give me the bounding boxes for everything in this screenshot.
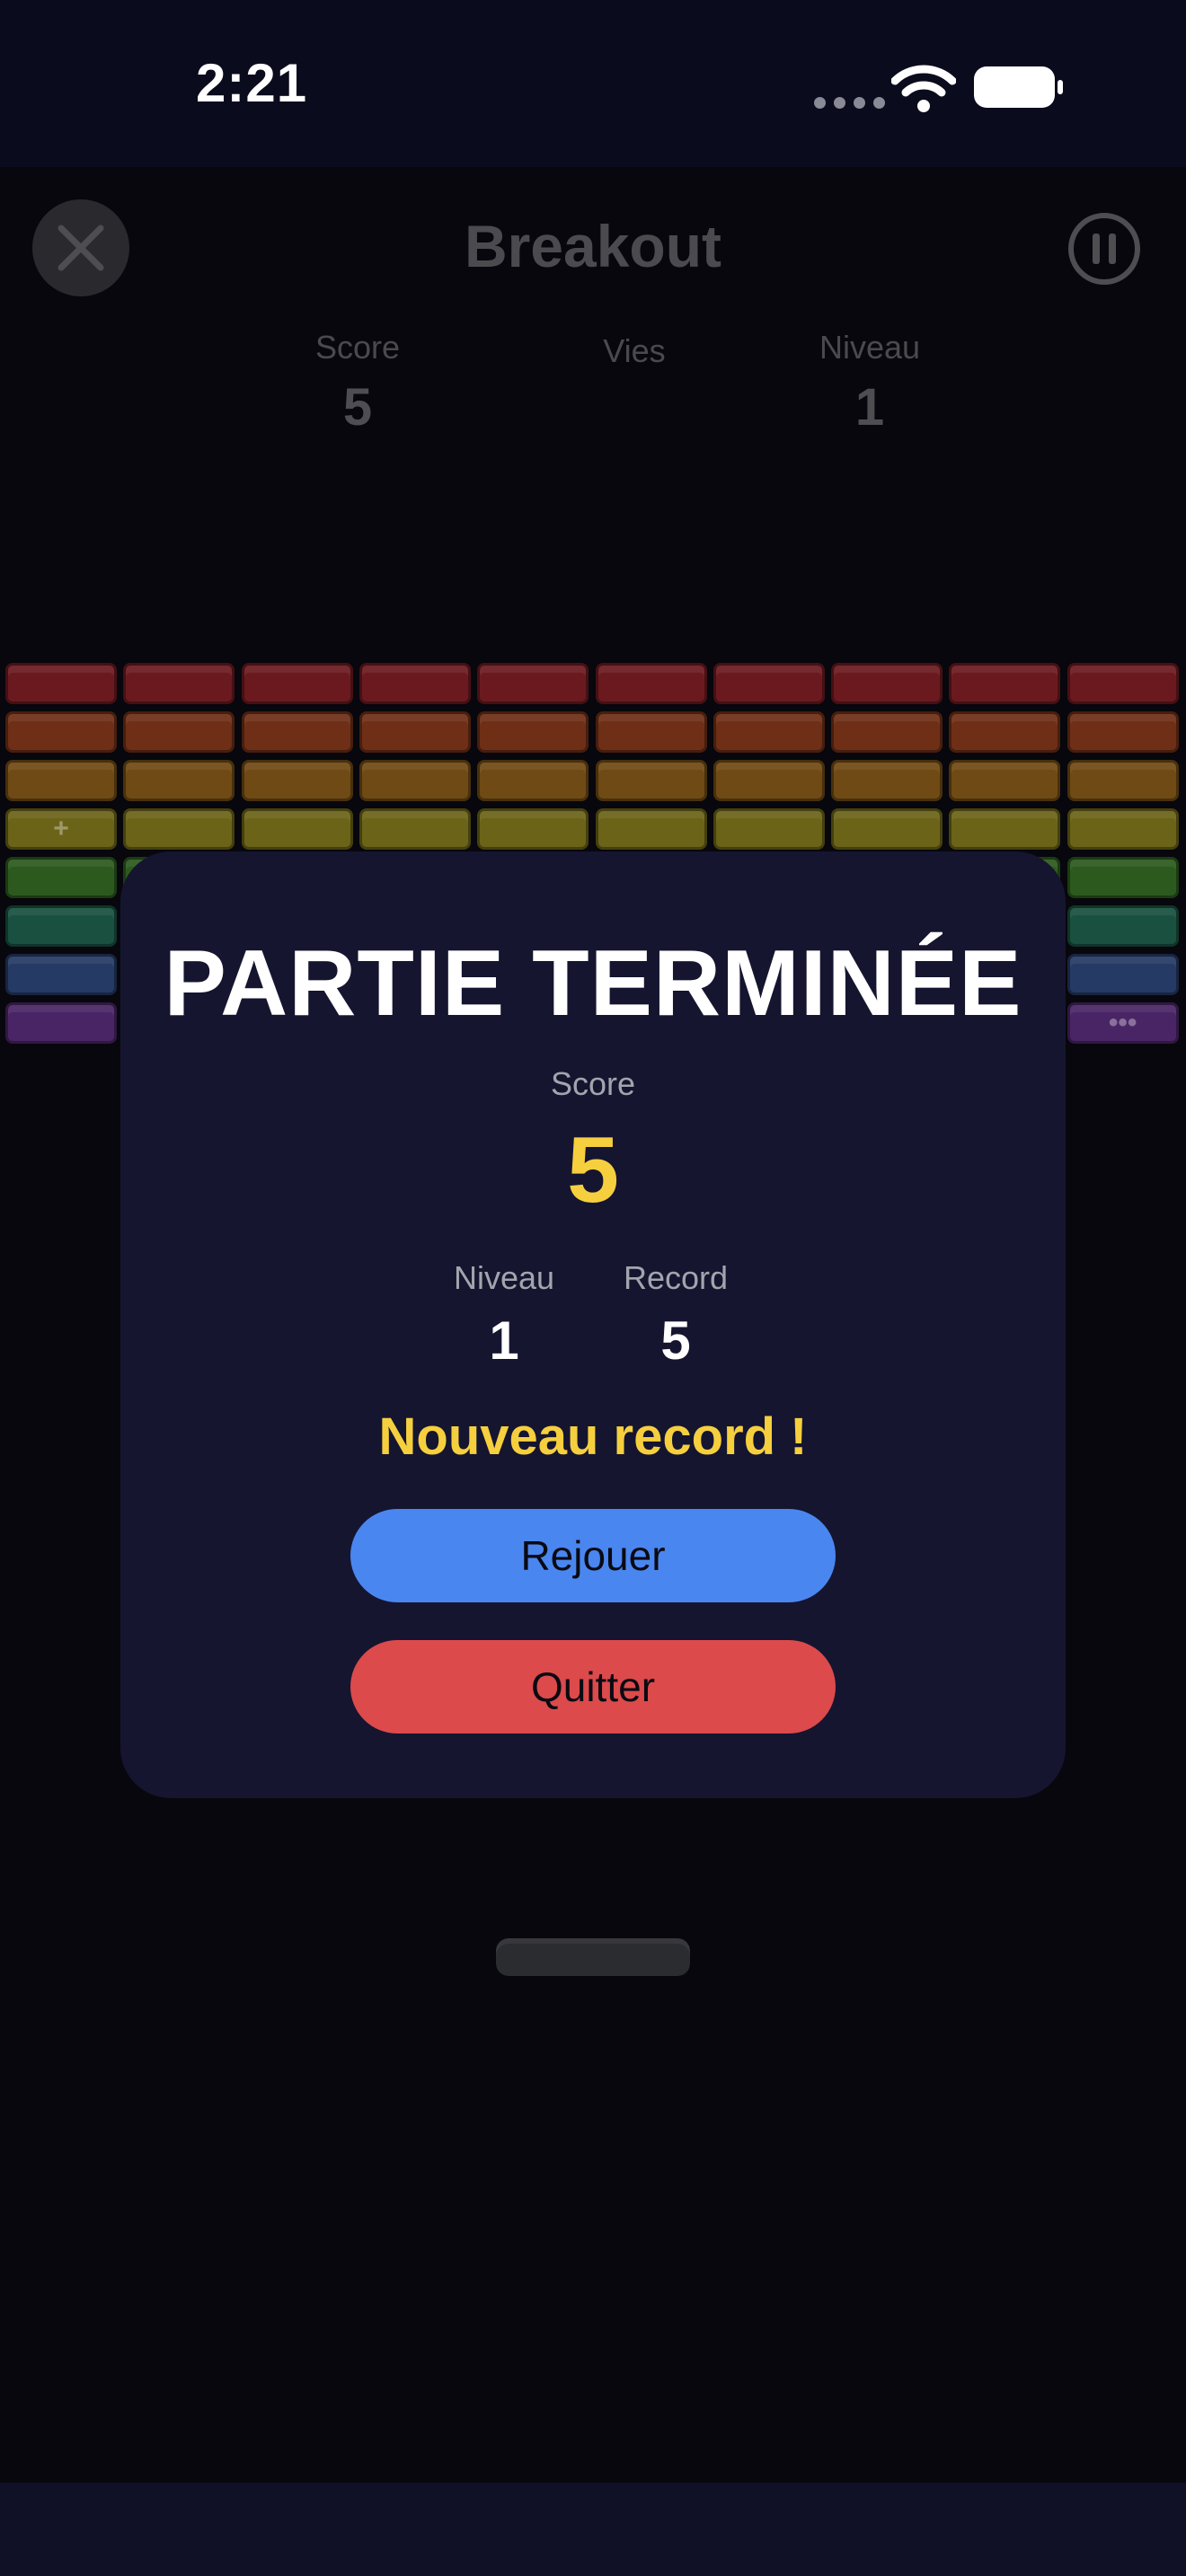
brick <box>831 760 943 801</box>
wifi-icon <box>891 65 956 112</box>
brick <box>1067 711 1179 753</box>
pause-icon[interactable] <box>1066 210 1143 287</box>
brick <box>358 711 471 753</box>
brick <box>5 760 117 801</box>
brick <box>5 857 117 898</box>
quit-button[interactable]: Quitter <box>350 1640 836 1734</box>
hud-score-value: 5 <box>342 378 373 437</box>
new-record-message: Nouveau record ! <box>378 1407 808 1466</box>
final-level: Niveau 1 <box>414 1259 594 1372</box>
hud-level: Niveau 1 <box>762 329 978 437</box>
hud-score-label: Score <box>314 329 401 366</box>
brick <box>358 760 471 801</box>
brick <box>949 808 1061 850</box>
brick <box>358 663 471 704</box>
paddle[interactable] <box>496 1938 690 1976</box>
home-indicator-area <box>0 2483 1186 2576</box>
brick <box>1067 760 1179 801</box>
brick <box>5 1002 117 1044</box>
brick <box>1067 857 1179 898</box>
brick <box>1067 954 1179 995</box>
powerup-plus-icon: + <box>53 814 69 843</box>
final-score-label: Score <box>550 1065 636 1102</box>
dialog-title: PARTIE TERMINÉE <box>164 931 1022 1036</box>
brick <box>831 663 943 704</box>
brick <box>1067 905 1179 947</box>
battery-icon <box>974 66 1063 108</box>
brick <box>712 808 825 850</box>
brick <box>241 760 353 801</box>
brick <box>241 663 353 704</box>
brick <box>949 711 1061 753</box>
brick: + <box>5 808 117 850</box>
status-time: 2:21 <box>196 53 308 113</box>
game-over-dialog: PARTIE TERMINÉE Score 5 Niveau 1 Record … <box>120 851 1066 1798</box>
brick <box>241 808 353 850</box>
powerup-dots-icon: ••• <box>1108 1008 1137 1037</box>
final-level-value: 1 <box>489 1310 519 1371</box>
record-value: 5 <box>660 1310 691 1371</box>
best-record: Record 5 <box>586 1259 766 1372</box>
brick <box>595 760 707 801</box>
brick <box>712 760 825 801</box>
brick <box>949 663 1061 704</box>
brick <box>1067 808 1179 850</box>
brick <box>595 663 707 704</box>
brick <box>123 711 235 753</box>
brick <box>831 711 943 753</box>
final-score-value: 5 <box>567 1118 619 1222</box>
hud-level-value: 1 <box>854 378 885 437</box>
hud-lives: Vies <box>527 332 742 370</box>
final-level-label: Niveau <box>453 1259 555 1296</box>
brick <box>5 954 117 995</box>
cellular-signal-icon <box>814 97 885 109</box>
brick: ••• <box>1067 1002 1179 1044</box>
status-bar: 2:21 <box>0 0 1186 167</box>
brick <box>477 663 589 704</box>
brick <box>5 711 117 753</box>
hud-lives-label: Vies <box>603 332 666 369</box>
brick <box>595 808 707 850</box>
record-label: Record <box>623 1259 729 1296</box>
brick <box>123 808 235 850</box>
hud-score: Score 5 <box>250 329 465 437</box>
game-title: Breakout <box>464 213 722 279</box>
brick <box>595 711 707 753</box>
brick <box>477 760 589 801</box>
brick <box>123 760 235 801</box>
brick <box>1067 663 1179 704</box>
brick <box>712 663 825 704</box>
brick <box>477 711 589 753</box>
replay-button[interactable]: Rejouer <box>350 1509 836 1602</box>
brick <box>123 663 235 704</box>
brick <box>831 808 943 850</box>
hud-level-label: Niveau <box>819 329 921 366</box>
brick <box>949 760 1061 801</box>
brick <box>5 663 117 704</box>
brick <box>241 711 353 753</box>
brick <box>477 808 589 850</box>
brick <box>5 905 117 947</box>
brick <box>358 808 471 850</box>
brick <box>712 711 825 753</box>
